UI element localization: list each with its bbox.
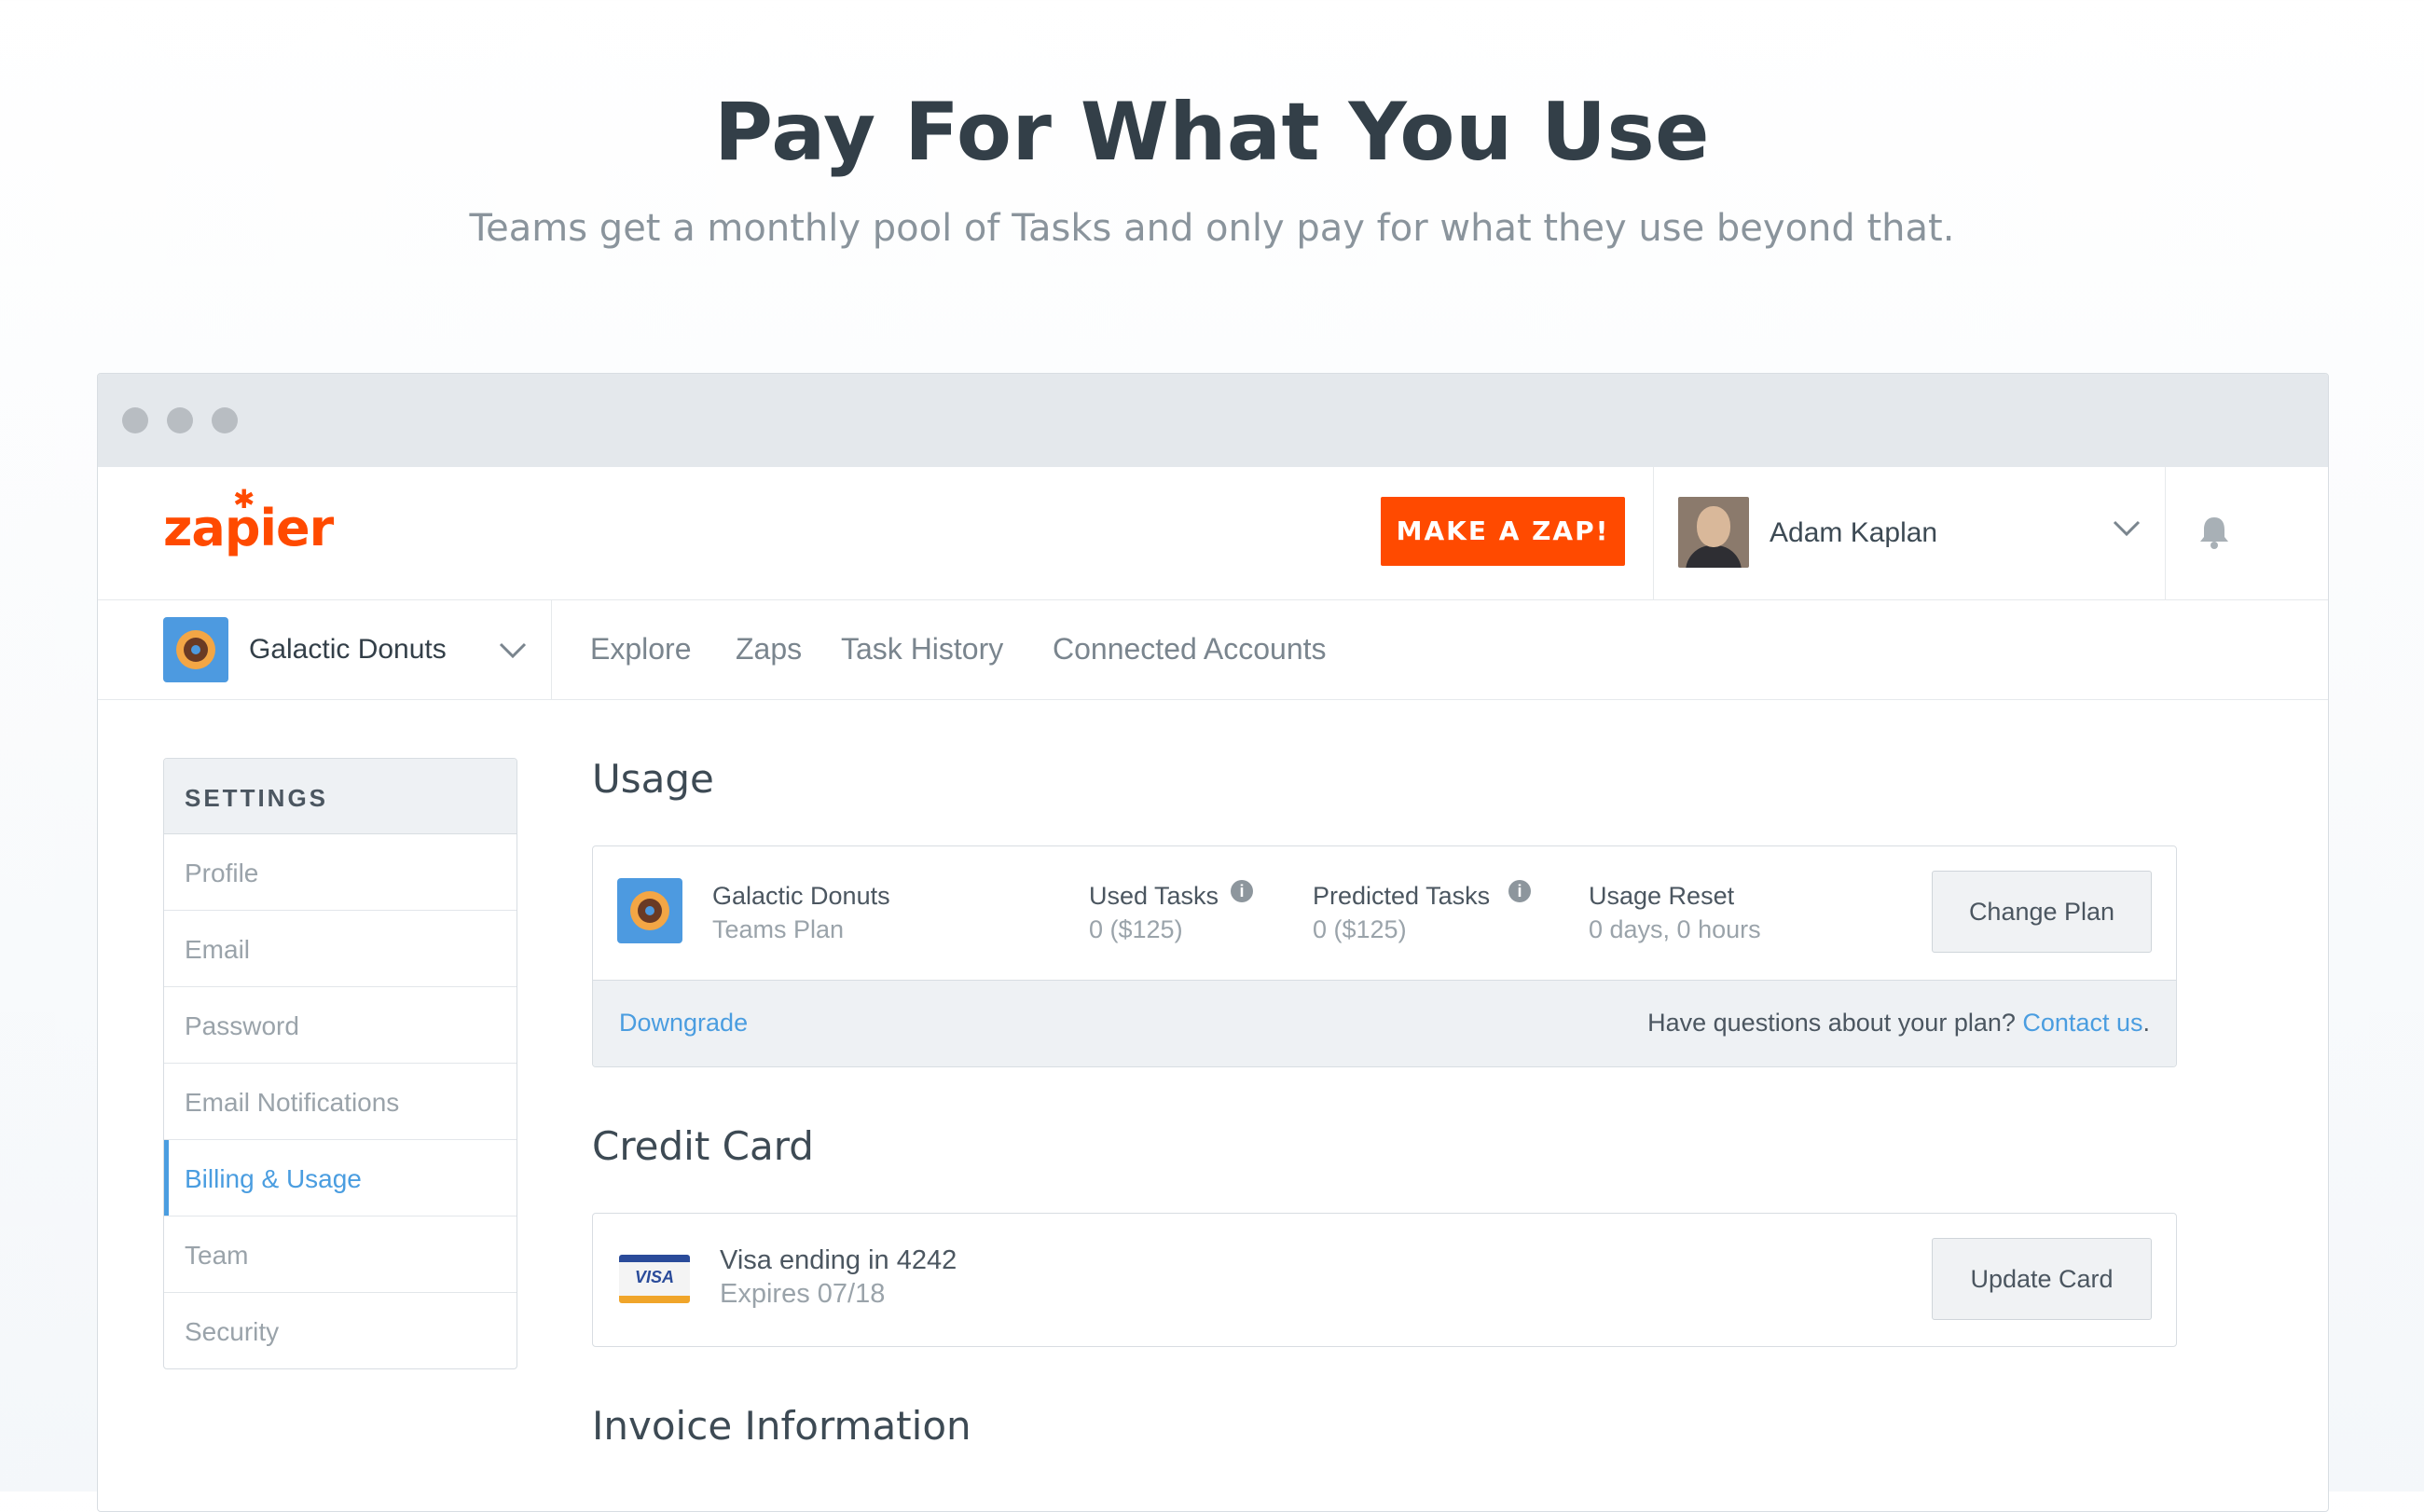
update-card-button[interactable]: Update Card (1932, 1238, 2152, 1320)
chevron-down-icon[interactable] (497, 636, 529, 664)
used-tasks-value: 0 ($125) (1089, 915, 1183, 943)
zapier-logo[interactable]: zapier ✱ (163, 484, 334, 557)
settings-heading: SETTINGS (164, 759, 516, 834)
usage-card: Galactic Donuts Teams Plan Used Tasks i … (592, 845, 2177, 1067)
team-name: Galactic Donuts (249, 634, 447, 665)
invoice-section-title: Invoice Information (592, 1403, 971, 1449)
info-icon[interactable]: i (1231, 880, 1253, 902)
browser-window: zapier ✱ MAKE A ZAP! Adam Kaplan Galacti… (97, 373, 2329, 1512)
avatar-body (1686, 545, 1742, 568)
app-header: zapier ✱ MAKE A ZAP! Adam Kaplan (98, 467, 2328, 600)
nav-explore[interactable]: Explore (590, 632, 692, 667)
settings-item-email[interactable]: Email (164, 911, 516, 987)
credit-card-section-title: Credit Card (592, 1123, 814, 1169)
donut-icon (163, 617, 228, 682)
settings-sidebar: SETTINGS Profile Email Password Email No… (163, 758, 517, 1369)
usage-section-title: Usage (592, 756, 714, 802)
bell-icon[interactable] (2196, 514, 2233, 551)
info-icon[interactable]: i (1508, 880, 1531, 902)
used-tasks-label: Used Tasks (1089, 882, 1219, 910)
downgrade-link[interactable]: Downgrade (619, 1009, 748, 1038)
card-description: Visa ending in 4242 (720, 1245, 957, 1275)
predicted-tasks-label: Predicted Tasks (1313, 882, 1491, 910)
settings-item-billing-usage[interactable]: Billing & Usage (164, 1140, 516, 1216)
usage-footer: Downgrade Have questions about your plan… (593, 980, 2176, 1066)
donut-icon (617, 878, 682, 943)
predicted-tasks-value: 0 ($125) (1313, 915, 1407, 943)
hero-title: Pay For What You Use (714, 86, 1710, 179)
plan-questions-text: Have questions about your plan? (1647, 1009, 2016, 1037)
plan-questions: Have questions about your plan? Contact … (1647, 1009, 2150, 1038)
settings-item-password[interactable]: Password (164, 987, 516, 1064)
window-titlebar (98, 374, 2328, 467)
nav-connected-accounts[interactable]: Connected Accounts (1053, 632, 1327, 667)
avatar-head (1697, 506, 1730, 547)
usage-plan-name: Teams Plan (712, 915, 845, 943)
settings-item-security[interactable]: Security (164, 1293, 516, 1368)
avatar (1678, 497, 1749, 568)
chevron-down-icon[interactable] (2111, 514, 2142, 542)
window-minimize-dot[interactable] (167, 407, 193, 433)
period: . (2142, 1009, 2150, 1037)
window-close-dot[interactable] (122, 407, 148, 433)
visa-brand-text: VISA (634, 1268, 674, 1286)
logo-star-icon: ✱ (233, 484, 255, 515)
window-maximize-dot[interactable] (212, 407, 238, 433)
card-expiry: Expires 07/18 (720, 1279, 886, 1309)
team-selector[interactable]: Galactic Donuts (98, 600, 552, 699)
hero-subtitle: Teams get a monthly pool of Tasks and on… (469, 207, 1955, 250)
user-menu[interactable]: Adam Kaplan (1653, 467, 2166, 599)
sub-navigation: Galactic Donuts Explore Zaps Task Histor… (98, 600, 2328, 700)
make-a-zap-button[interactable]: MAKE A ZAP! (1381, 497, 1625, 566)
usage-reset-value: 0 days, 0 hours (1589, 915, 1761, 943)
usage-summary: Galactic Donuts Teams Plan Used Tasks i … (593, 846, 2176, 979)
nav-zaps[interactable]: Zaps (736, 632, 802, 667)
settings-item-email-notifications[interactable]: Email Notifications (164, 1064, 516, 1140)
change-plan-button[interactable]: Change Plan (1932, 871, 2152, 953)
usage-reset-label: Usage Reset (1589, 882, 1735, 910)
nav-task-history[interactable]: Task History (841, 632, 1003, 667)
visa-card-icon: VISA (619, 1255, 690, 1303)
contact-us-link[interactable]: Contact us (2022, 1009, 2142, 1037)
settings-item-team[interactable]: Team (164, 1216, 516, 1293)
usage-team-name: Galactic Donuts (712, 882, 890, 910)
settings-item-profile[interactable]: Profile (164, 834, 516, 911)
credit-card-panel: VISA Visa ending in 4242 Expires 07/18 U… (592, 1213, 2177, 1347)
user-name: Adam Kaplan (1770, 517, 1938, 548)
